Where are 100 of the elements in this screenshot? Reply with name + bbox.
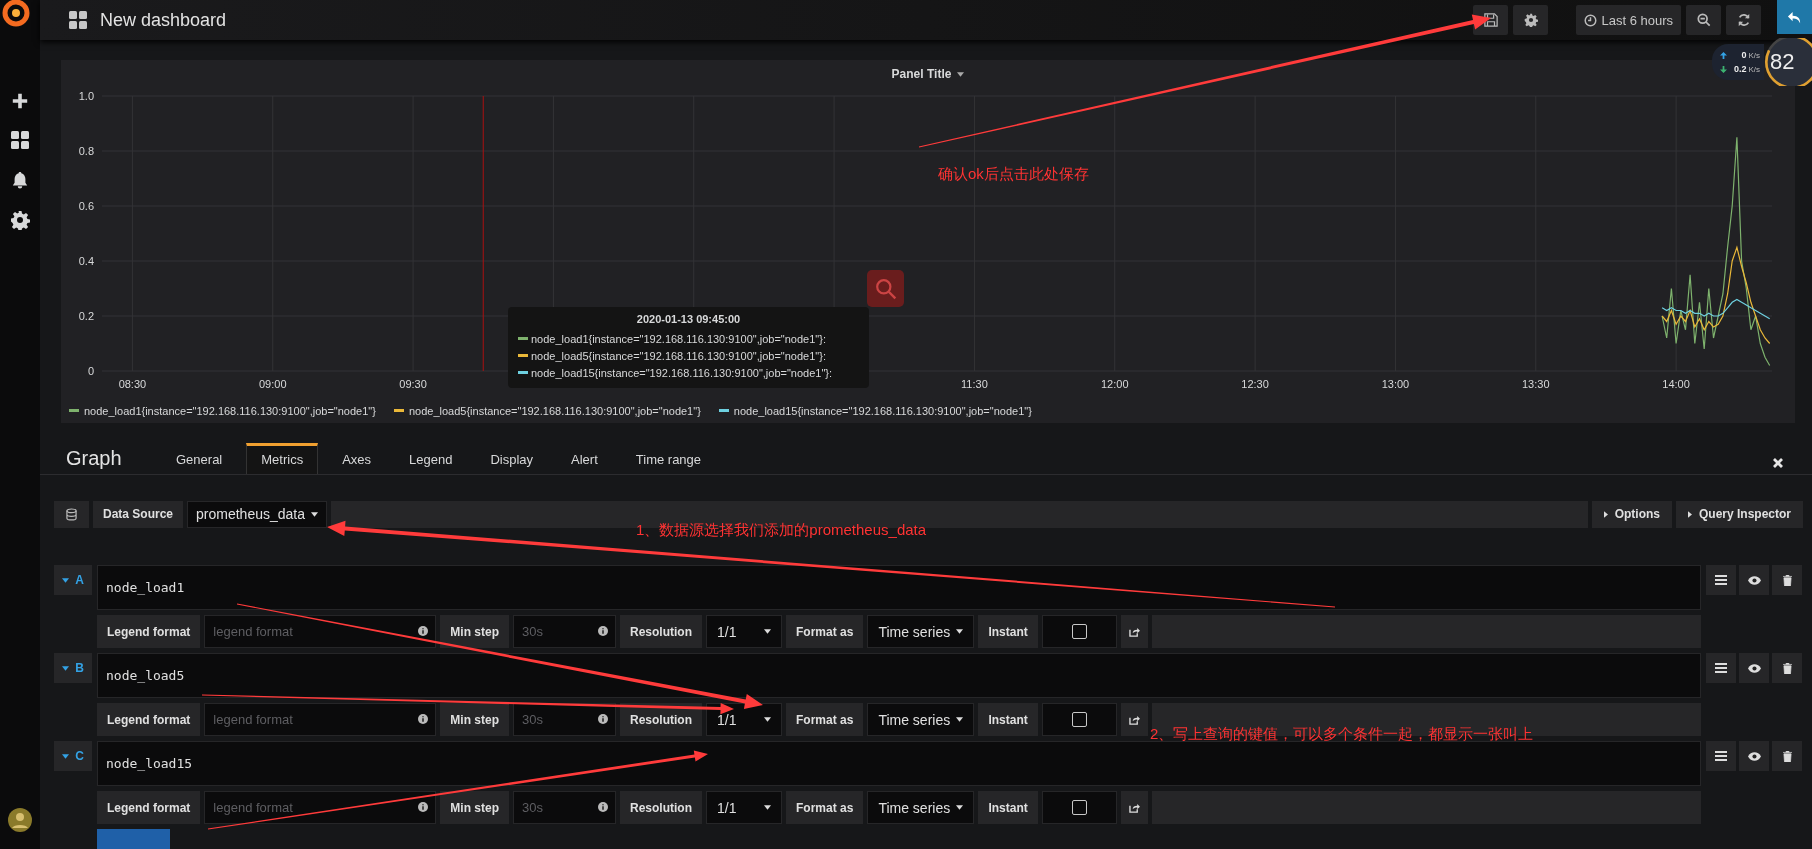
- share-icon: [1128, 802, 1140, 813]
- back-button[interactable]: [1777, 0, 1812, 34]
- share-icon: [1128, 626, 1140, 637]
- caret-icon: [956, 717, 964, 722]
- instant-label: Instant: [978, 791, 1038, 824]
- caret-right-icon: [1687, 510, 1692, 518]
- menu-button[interactable]: [1706, 741, 1736, 771]
- caret-icon: [764, 717, 771, 722]
- toggle-visibility-button[interactable]: [1739, 653, 1769, 683]
- editor-title: Graph: [65, 445, 123, 471]
- toggle-button[interactable]: Options: [1591, 500, 1672, 528]
- menu-button[interactable]: [1706, 653, 1736, 683]
- delete-button[interactable]: [1772, 653, 1802, 683]
- format-select[interactable]: Time series: [867, 703, 975, 736]
- caret-icon: [956, 629, 964, 634]
- menu-icon: [1715, 663, 1727, 673]
- editor-tab[interactable]: Axes: [328, 443, 386, 474]
- query-collapse-toggle[interactable]: C: [54, 741, 92, 771]
- resolution-select[interactable]: 1/1: [706, 615, 782, 648]
- min-step-field[interactable]: 30s: [513, 703, 616, 736]
- resolution-label: Resolution: [620, 791, 702, 824]
- x-axis-label: 08:30: [118, 378, 147, 390]
- legend-format-label: Legend format: [97, 791, 201, 824]
- caret-right-icon: [1603, 510, 1608, 518]
- resolution-label: Resolution: [620, 703, 702, 736]
- time-range-button[interactable]: Last 6 hours: [1576, 5, 1681, 35]
- dashboard-title[interactable]: New dashboard: [100, 9, 227, 31]
- query-field[interactable]: node_load5: [97, 653, 1701, 698]
- legend-format-field[interactable]: legend format: [204, 615, 437, 648]
- y-axis-label: 0.6: [78, 200, 94, 212]
- legend-format-label: Legend format: [97, 703, 201, 736]
- legend-swatch: [393, 409, 404, 412]
- editor-tab[interactable]: Alert: [557, 443, 612, 474]
- x-axis-label: 09:00: [259, 378, 287, 390]
- legend-format-field[interactable]: legend format: [204, 791, 437, 824]
- toggle-visibility-button[interactable]: [1739, 565, 1769, 595]
- search-button[interactable]: [867, 270, 904, 307]
- settings-button[interactable]: [1513, 5, 1549, 35]
- panel-title[interactable]: Panel Title: [891, 67, 952, 81]
- speed-unit: K/s: [1748, 64, 1760, 74]
- zoom-out-button[interactable]: [1686, 5, 1721, 35]
- dashboards-icon[interactable]: [10, 130, 30, 150]
- format-select[interactable]: Time series: [867, 791, 975, 824]
- instant-checkbox[interactable]: [1071, 712, 1087, 727]
- editor-tab[interactable]: Metrics: [246, 443, 319, 474]
- legend-swatch: [718, 409, 729, 412]
- delete-button[interactable]: [1772, 741, 1802, 771]
- delete-button[interactable]: [1772, 565, 1802, 595]
- format-select[interactable]: Time series: [867, 615, 975, 648]
- toggle-button[interactable]: Query Inspector: [1675, 500, 1803, 528]
- share-button[interactable]: [1120, 615, 1148, 648]
- close-icon[interactable]: [1772, 457, 1784, 469]
- caret-icon[interactable]: [957, 71, 965, 77]
- toggle-visibility-button[interactable]: [1739, 741, 1769, 771]
- editor-tab[interactable]: Legend: [395, 443, 467, 474]
- y-axis-label: 0.2: [78, 310, 94, 322]
- min-step-label: Min step: [440, 791, 509, 824]
- format-as-label: Format as: [786, 791, 864, 824]
- resolution-select[interactable]: 1/1: [706, 791, 782, 824]
- settings-icon[interactable]: [10, 210, 30, 230]
- legend-swatch: [69, 409, 79, 412]
- share-button[interactable]: [1120, 703, 1148, 736]
- min-step-field[interactable]: 30s: [513, 615, 616, 648]
- y-axis-label: 0.8: [78, 145, 94, 157]
- min-step-field[interactable]: 30s: [513, 791, 616, 824]
- legend-format-field[interactable]: legend format: [204, 703, 437, 736]
- data-source-select[interactable]: prometheus_data: [187, 500, 327, 528]
- share-button[interactable]: [1120, 791, 1148, 824]
- dashboard-grid-icon[interactable]: [68, 10, 88, 30]
- tooltip-series: node_load15{instance="192.168.116.130:9100",job="node1"}:: [531, 366, 833, 379]
- menu-button[interactable]: [1706, 565, 1736, 595]
- user-avatar[interactable]: [8, 808, 32, 832]
- query-field[interactable]: node_load1: [97, 565, 1701, 610]
- x-axis-label: 12:30: [1241, 378, 1269, 390]
- query-collapse-toggle[interactable]: B: [54, 653, 92, 683]
- y-axis-label: 0: [87, 365, 94, 377]
- clock-icon: [1584, 13, 1598, 27]
- plus-icon[interactable]: [11, 92, 29, 110]
- refresh-button[interactable]: [1726, 5, 1761, 35]
- editor-tab[interactable]: Display: [476, 443, 548, 474]
- x-axis-label: 12:00: [1101, 378, 1129, 390]
- resolution-label: Resolution: [620, 615, 702, 648]
- tooltip-time: 2020-01-13 09:45:00: [635, 313, 742, 325]
- save-icon: [1483, 13, 1498, 27]
- y-axis-label: 1.0: [78, 90, 94, 102]
- editor-tab[interactable]: General: [162, 443, 237, 474]
- download-arrow-icon: [1720, 65, 1727, 73]
- caret-icon: [764, 805, 771, 810]
- editor-tab[interactable]: Time range: [621, 443, 716, 474]
- query-collapse-toggle[interactable]: A: [54, 565, 92, 595]
- search-icon: [1696, 13, 1711, 27]
- instant-checkbox[interactable]: [1071, 624, 1087, 639]
- info-icon: [418, 626, 429, 636]
- format-as-label: Format as: [786, 703, 864, 736]
- resolution-select[interactable]: 1/1: [706, 703, 782, 736]
- instant-checkbox[interactable]: [1071, 800, 1087, 815]
- bell-icon[interactable]: [11, 170, 29, 190]
- caret-icon: [764, 629, 771, 634]
- min-step-label: Min step: [440, 615, 509, 648]
- query-field[interactable]: node_load15: [97, 741, 1701, 786]
